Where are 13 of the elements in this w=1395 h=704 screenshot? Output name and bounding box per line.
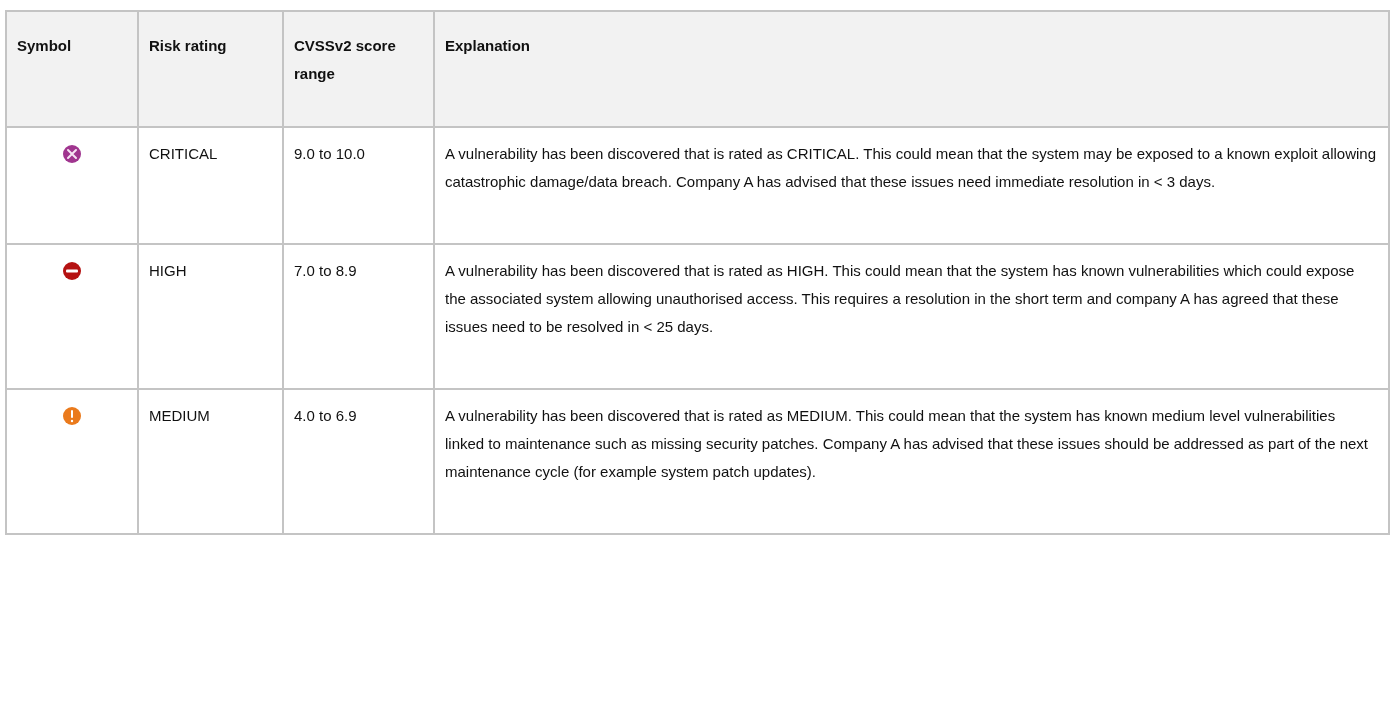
score-range: 9.0 to 10.0 [294, 145, 365, 162]
column-header: Explanation [434, 11, 1389, 127]
risk-rating: HIGH [149, 262, 187, 279]
column-header: CVSSv2 score range [283, 11, 434, 127]
explanation-text: A vulnerability has been discovered that is rated as MEDIUM. This could mean that the system has known medium level vulnerabilities linked to maintenance such as missing security patches. Company A has advised that these issues should be addressed as part of the next maintenance cycle (for example system patch updates). [445, 407, 1369, 480]
column-header: Symbol [6, 11, 138, 127]
risk-rating: MEDIUM [149, 407, 210, 424]
risk-rating: CRITICAL [149, 145, 218, 162]
score-range: 7.0 to 8.9 [294, 262, 357, 279]
column-header: Risk rating [138, 11, 283, 127]
score-range: 4.0 to 6.9 [294, 407, 357, 424]
explanation-text: A vulnerability has been discovered that is rated as CRITICAL. This could mean that the system may be exposed to a known exploit allowing catastrophic damage/data breach. Company A has advised that these issues need immediate resolution in < 3 days. [445, 145, 1377, 190]
explanation-text: A vulnerability has been discovered that is rated as HIGH. This could mean that the system has known vulnerabilities which could expose the associated system allowing unauthorised access. This requires a resolution in the short term and company A has agreed that these issues need to be resolved in < 25 days. [445, 262, 1355, 335]
